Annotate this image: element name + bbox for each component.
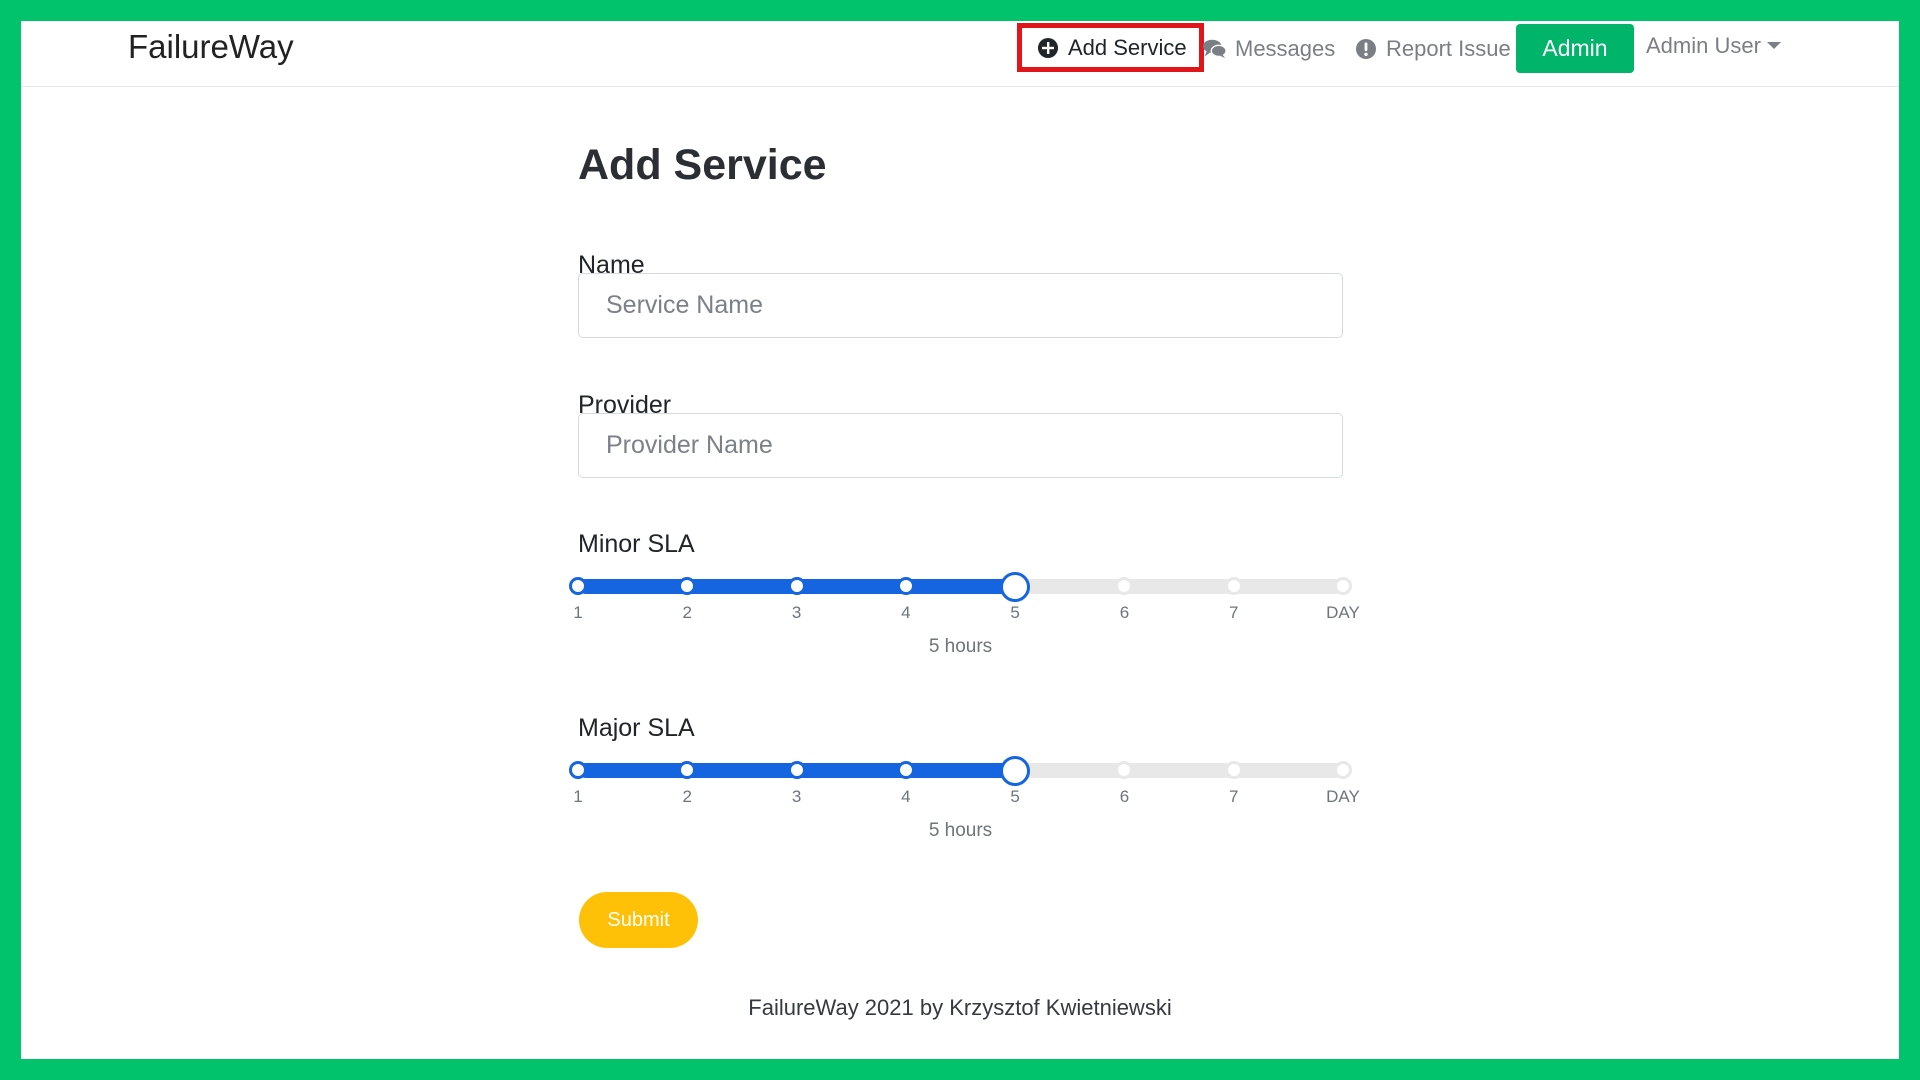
slider-tick-label: 2	[682, 603, 693, 622]
slider-tick-label: 5	[1010, 787, 1020, 806]
comments-icon	[1203, 37, 1227, 61]
major-sla-value: 5 hours	[928, 820, 993, 841]
exclamation-circle-icon	[1354, 37, 1378, 61]
slider-tick-label: 6	[1119, 603, 1130, 622]
user-menu-label: Admin User	[1646, 33, 1761, 58]
nav-messages[interactable]: Messages	[1203, 31, 1335, 67]
provider-name-input[interactable]	[578, 413, 1343, 478]
slider-tick-label: 1	[573, 603, 583, 622]
brand-logo[interactable]: FailureWay	[128, 27, 294, 67]
major-sla-label: Major SLA	[578, 714, 695, 742]
slider-tick-label: DAY	[1326, 603, 1360, 622]
nav-report-issue-label: Report Issue	[1386, 36, 1511, 61]
slider-handle[interactable]	[1000, 572, 1031, 602]
footer-text: FailureWay 2021 by Krzysztof Kwietniewsk…	[748, 995, 1172, 1020]
submit-button[interactable]: Submit	[579, 892, 698, 948]
page-title: Add Service	[578, 141, 827, 189]
slider-tick-label: DAY	[1326, 787, 1360, 806]
slider-step-dot[interactable]	[1224, 761, 1243, 779]
slider-tick-label: 5	[1010, 603, 1020, 622]
slider-step-dot[interactable]	[569, 577, 587, 595]
slider-tick-label: 7	[1228, 603, 1239, 622]
slider-tick-label: 4	[901, 603, 911, 622]
nav-report-issue[interactable]: Report Issue	[1354, 31, 1511, 67]
slider-handle[interactable]	[1000, 756, 1031, 786]
navbar: FailureWay Add Service Messages Report I…	[21, 21, 1899, 87]
plus-circle-icon	[1036, 36, 1060, 60]
nav-messages-label: Messages	[1235, 36, 1336, 61]
slider-tick-label: 2	[682, 787, 693, 806]
slider-step-dot[interactable]	[1334, 577, 1352, 595]
slider-tick-label: 1	[573, 787, 583, 806]
user-menu-dropdown[interactable]: Admin User	[1646, 31, 1781, 61]
slider-tick-label: 3	[791, 603, 802, 622]
slider-step-dot[interactable]	[896, 577, 915, 595]
app-frame: FailureWay Add Service Messages Report I…	[21, 21, 1899, 1059]
slider-step-dot[interactable]	[787, 761, 806, 779]
nav-add-service[interactable]: Add Service	[1017, 23, 1204, 72]
slider-tick-label: 6	[1119, 787, 1130, 806]
service-name-input[interactable]	[578, 273, 1343, 338]
chevron-down-icon	[1766, 41, 1781, 49]
slider-step-dot[interactable]	[1334, 761, 1352, 779]
slider-step-dot[interactable]	[896, 761, 915, 779]
slider-tick-label: 4	[901, 787, 911, 806]
nav-add-service-label: Add Service	[1068, 34, 1187, 60]
minor-sla-value: 5 hours	[928, 636, 993, 657]
slider-step-dot[interactable]	[1224, 577, 1243, 595]
slider-step-dot[interactable]	[569, 761, 587, 779]
minor-sla-label: Minor SLA	[578, 530, 695, 558]
slider-tick-label: 3	[791, 787, 802, 806]
slider-tick-label: 7	[1228, 787, 1239, 806]
admin-button[interactable]: Admin	[1516, 24, 1634, 73]
slider-step-dot[interactable]	[787, 577, 806, 595]
